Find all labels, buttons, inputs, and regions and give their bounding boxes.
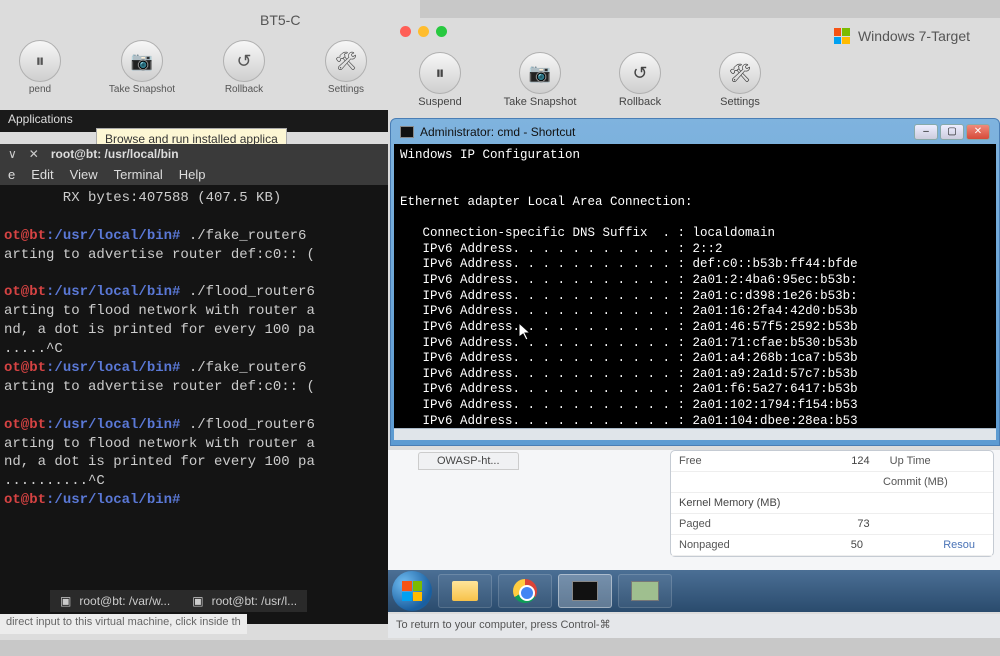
windows-flag-icon — [834, 28, 850, 44]
windows-flag-icon — [402, 581, 422, 601]
paged-value: 73 — [774, 518, 889, 530]
cmd-title-text: Administrator: cmd - Shortcut — [420, 125, 575, 139]
settings-icon: 🛠 — [325, 40, 367, 82]
vm-statusbar: To return to your computer, press Contro… — [388, 614, 1000, 638]
taskmgr-taskbar-button[interactable] — [618, 574, 672, 608]
win7-taskbar[interactable] — [388, 570, 1000, 612]
snapshot-label: Take Snapshot — [109, 84, 175, 95]
terminal-tabbar: ∨ ✕ root@bt: /usr/local/bin — [0, 144, 420, 164]
settings-button[interactable]: 🛠 Settings — [306, 40, 386, 95]
settings-label: Settings — [720, 96, 760, 108]
taskmgr-stats: Free 124 Up Time Commit (MB) Kernel Memo… — [670, 450, 994, 557]
scrollbar-horizontal[interactable] — [394, 428, 996, 440]
owasp-taskbar-item[interactable]: OWASP-ht... — [418, 452, 519, 470]
bt5-terminal-window: ∨ ✕ root@bt: /usr/local/bin e Edit View … — [0, 144, 420, 624]
menu-edit[interactable]: Edit — [31, 167, 53, 182]
cmd-window[interactable]: Administrator: cmd - Shortcut – ▢ ✕ Wind… — [390, 118, 1000, 446]
explorer-taskbar-button[interactable] — [438, 574, 492, 608]
cmd-taskbar-button[interactable] — [558, 574, 612, 608]
kernel-header: Kernel Memory (MB) — [671, 493, 993, 514]
chrome-icon — [513, 579, 537, 603]
zoom-icon[interactable] — [436, 26, 447, 37]
minimize-icon[interactable] — [418, 26, 429, 37]
cmd-icon — [400, 126, 414, 138]
camera-icon: 📷 — [519, 52, 561, 94]
folder-icon — [452, 581, 478, 601]
window-controls — [400, 26, 447, 37]
nonpaged-label: Nonpaged — [679, 539, 771, 551]
ws-tab-1[interactable]: root@bt: /var/w... — [79, 594, 170, 608]
suspend-button[interactable]: ⏸ pend — [0, 40, 80, 95]
resource-button[interactable]: Resou — [883, 539, 985, 551]
cmd-titlebar[interactable]: Administrator: cmd - Shortcut – ▢ ✕ — [394, 122, 996, 144]
rollback-button[interactable]: ↺ Rollback — [204, 40, 284, 95]
win7-vm-window: Windows 7-Target ⏸ Suspend 📷 Take Snapsh… — [388, 18, 1000, 638]
pause-icon: ⏸ — [19, 40, 61, 82]
terminal-menubar: e Edit View Terminal Help — [0, 164, 420, 185]
vm-statusbar: direct input to this virtual machine, cl… — [0, 614, 247, 634]
window-switcher[interactable]: ▣ root@bt: /var/w... ▣ root@bt: /usr/l..… — [50, 590, 307, 612]
ws-tab-2[interactable]: root@bt: /usr/l... — [212, 594, 298, 608]
camera-icon: 📷 — [121, 40, 163, 82]
rollback-icon: ↺ — [619, 52, 661, 94]
close-button[interactable]: ✕ — [966, 124, 990, 140]
chrome-taskbar-button[interactable] — [498, 574, 552, 608]
win7-title: Windows 7-Target — [834, 28, 970, 44]
snapshot-button[interactable]: 📷 Take Snapshot — [500, 52, 580, 108]
cmd-output[interactable]: Windows IP Configuration Ethernet adapte… — [394, 144, 996, 428]
uptime-label: Up Time — [890, 455, 985, 467]
menu-view[interactable]: View — [70, 167, 98, 182]
free-label: Free — [679, 455, 774, 467]
terminal-tab-title: root@bt: /usr/local/bin — [51, 147, 179, 161]
bt5-title: BT5-C — [260, 12, 300, 28]
settings-icon: 🛠 — [719, 52, 761, 94]
minimize-icon[interactable]: ∨ — [8, 147, 17, 161]
nonpaged-value: 50 — [771, 539, 883, 551]
menu-help[interactable]: Help — [179, 167, 206, 182]
rollback-label: Rollback — [619, 96, 661, 108]
suspend-button[interactable]: ⏸ Suspend — [400, 52, 480, 108]
win7-title-text: Windows 7-Target — [858, 28, 970, 44]
applications-menu[interactable]: Applications — [8, 112, 73, 126]
taskbar-icon: ▣ — [192, 594, 203, 608]
window-buttons: – ▢ ✕ — [914, 124, 990, 140]
bt5-vm-window: BT5-C ⏸ pend 📷 Take Snapshot ↺ Rollback … — [0, 0, 420, 640]
snapshot-label: Take Snapshot — [504, 96, 577, 108]
close-icon[interactable] — [400, 26, 411, 37]
menu-terminal[interactable]: Terminal — [114, 167, 163, 182]
rollback-label: Rollback — [225, 84, 263, 95]
menu-file[interactable]: e — [8, 167, 15, 182]
bt5-toolbar: ⏸ pend 📷 Take Snapshot ↺ Rollback 🛠 Sett… — [0, 0, 420, 95]
taskbar-icon: ▣ — [60, 594, 71, 608]
free-value: 124 — [774, 455, 889, 467]
suspend-label: Suspend — [418, 96, 461, 108]
desktop-lower: OWASP-ht... Free 124 Up Time Commit (MB)… — [388, 450, 1000, 580]
suspend-label: pend — [29, 84, 51, 95]
commit-label: Commit (MB) — [883, 476, 985, 488]
mouse-cursor — [518, 322, 534, 342]
rollback-button[interactable]: ↺ Rollback — [600, 52, 680, 108]
monitor-icon — [631, 581, 659, 601]
minimize-button[interactable]: – — [914, 124, 938, 140]
paged-label: Paged — [679, 518, 774, 530]
start-button[interactable] — [392, 571, 432, 611]
settings-label: Settings — [328, 84, 364, 95]
snapshot-button[interactable]: 📷 Take Snapshot — [102, 40, 182, 95]
cmd-icon — [572, 581, 598, 601]
close-icon[interactable]: ✕ — [29, 147, 39, 161]
terminal-output[interactable]: RX bytes:407588 (407.5 KB) ot@bt:/usr/lo… — [0, 185, 420, 514]
maximize-button[interactable]: ▢ — [940, 124, 964, 140]
pause-icon: ⏸ — [419, 52, 461, 94]
settings-button[interactable]: 🛠 Settings — [700, 52, 780, 108]
rollback-icon: ↺ — [223, 40, 265, 82]
